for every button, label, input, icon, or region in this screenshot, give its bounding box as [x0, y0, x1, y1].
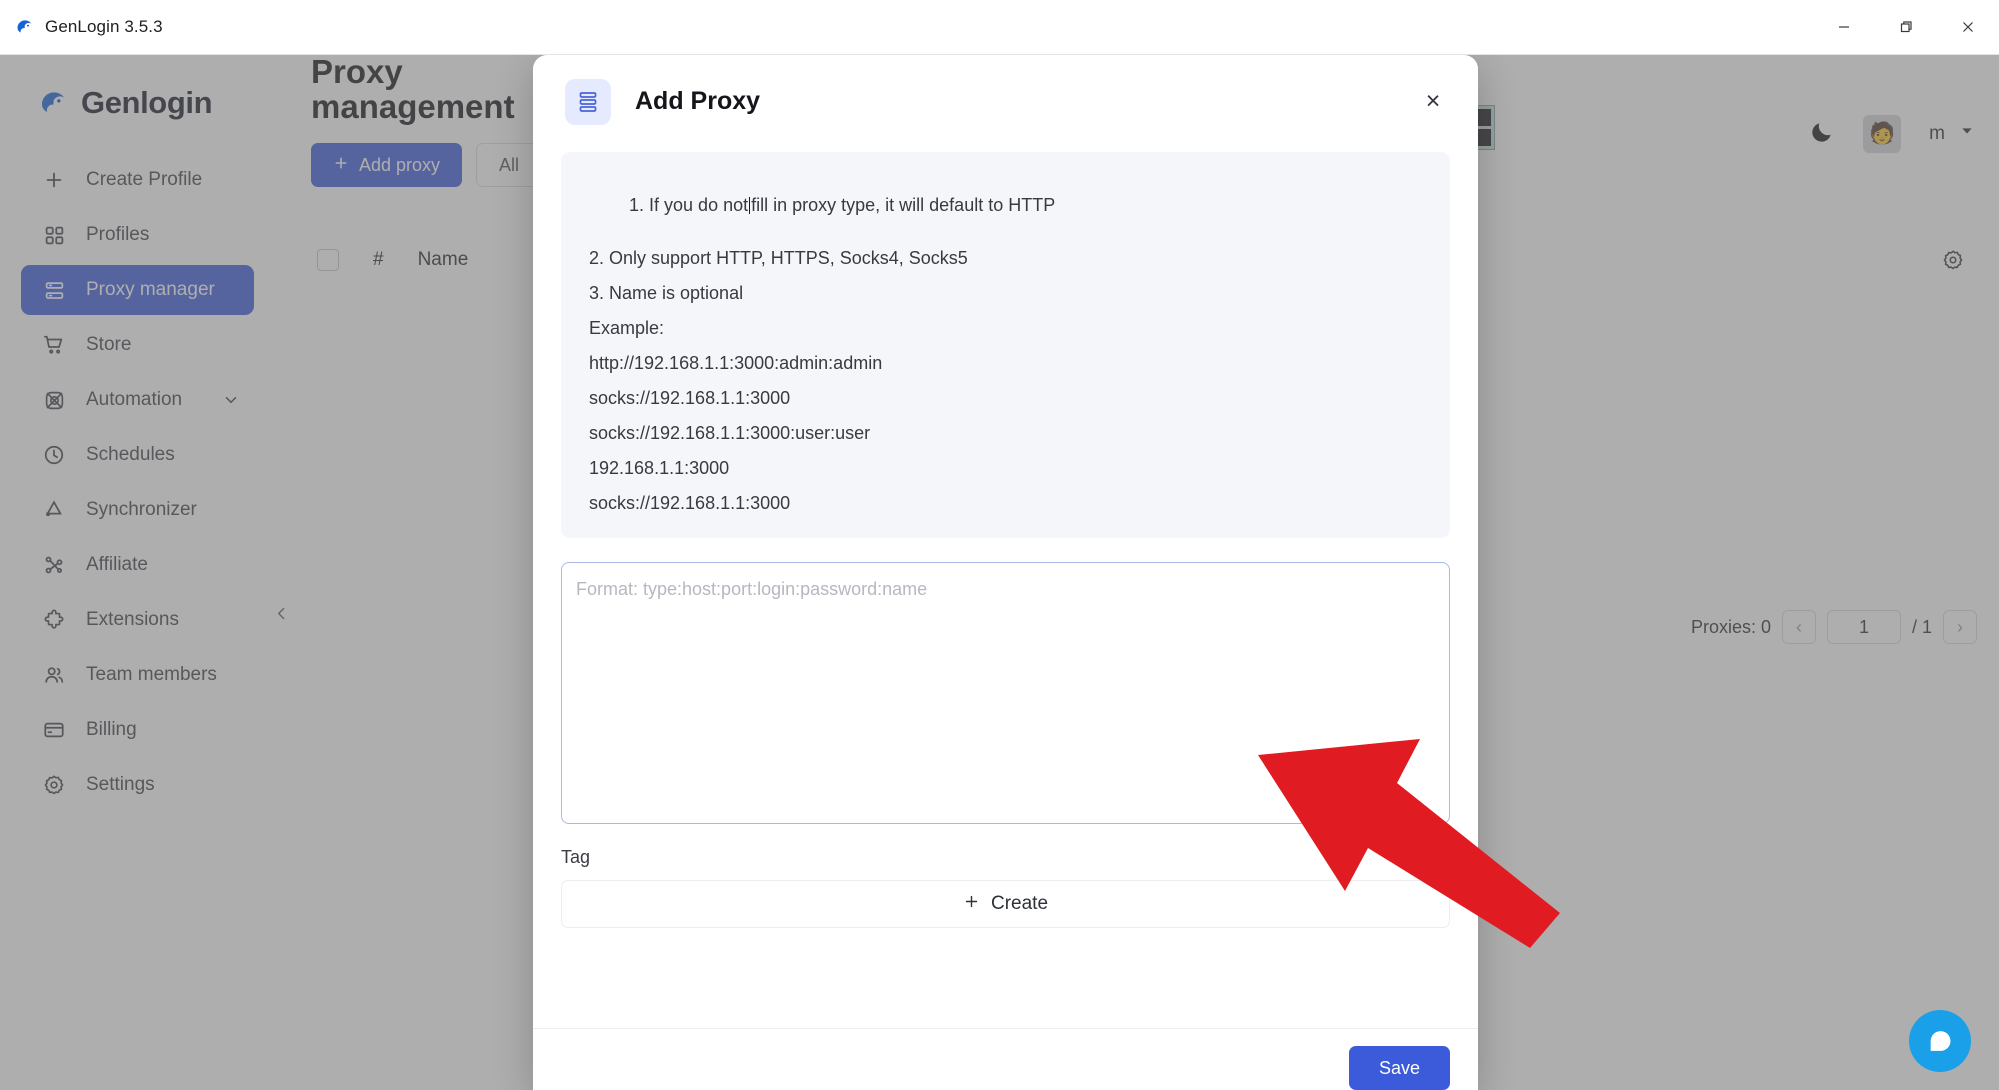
maximize-button[interactable] [1875, 0, 1937, 54]
dialog-header: Add Proxy × [533, 55, 1478, 148]
example-line: http://192.168.1.1:3000:admin:admin [589, 353, 883, 373]
instruction-line: 3. Name is optional [589, 283, 744, 303]
create-tag-button[interactable]: Create [561, 880, 1450, 928]
window-title-text: GenLogin 3.5.3 [45, 17, 163, 36]
instruction-line: 2. Only support HTTP, HTTPS, Socks4, Soc… [589, 248, 968, 268]
dialog-footer: Save [533, 1028, 1478, 1090]
example-line: socks://192.168.1.1:3000:user:user [589, 423, 871, 443]
instruction-line: 1. If you do not fill in proxy type, it w… [589, 178, 1450, 232]
instruction-text-part-2: fill in proxy type, it will default to H… [751, 195, 1056, 215]
close-window-button[interactable] [1937, 0, 1999, 54]
instructions-panel: 1. If you do not fill in proxy type, it w… [561, 152, 1450, 538]
instruction-line: Example: [589, 318, 665, 338]
genlogin-app-icon [14, 16, 36, 38]
instruction-text-part-1: 1. If you do not [629, 195, 749, 215]
dialog-title: Add Proxy [635, 87, 761, 115]
proxy-list-field-wrap [561, 562, 1450, 829]
window-title-bar: GenLogin 3.5.3 [0, 0, 1999, 55]
example-line: 192.168.1.1:3000 [589, 458, 730, 478]
close-dialog-button[interactable]: × [1416, 85, 1450, 119]
server-icon [565, 78, 611, 125]
text-cursor-icon [749, 197, 751, 214]
plus-icon [963, 893, 980, 916]
example-line: socks://192.168.1.1:3000 [589, 388, 791, 408]
chat-bubble-icon [1930, 1031, 1951, 1051]
create-label: Create [990, 893, 1049, 914]
example-line: socks://192.168.1.1:3000 [589, 493, 791, 513]
add-proxy-dialog: Add Proxy × 1. If you do not fill in prox… [533, 55, 1478, 1090]
proxy-list-textarea[interactable] [561, 562, 1450, 824]
tag-label: Tag [561, 847, 591, 867]
dialog-body: 1. If you do not fill in proxy type, it w… [533, 152, 1478, 928]
save-button[interactable]: Save [1348, 1046, 1450, 1090]
chat-bubble-button[interactable] [1909, 1010, 1971, 1072]
sidebar-collapse-button[interactable] [268, 600, 294, 626]
minimize-button[interactable] [1813, 0, 1875, 54]
window-controls [1813, 0, 1999, 54]
